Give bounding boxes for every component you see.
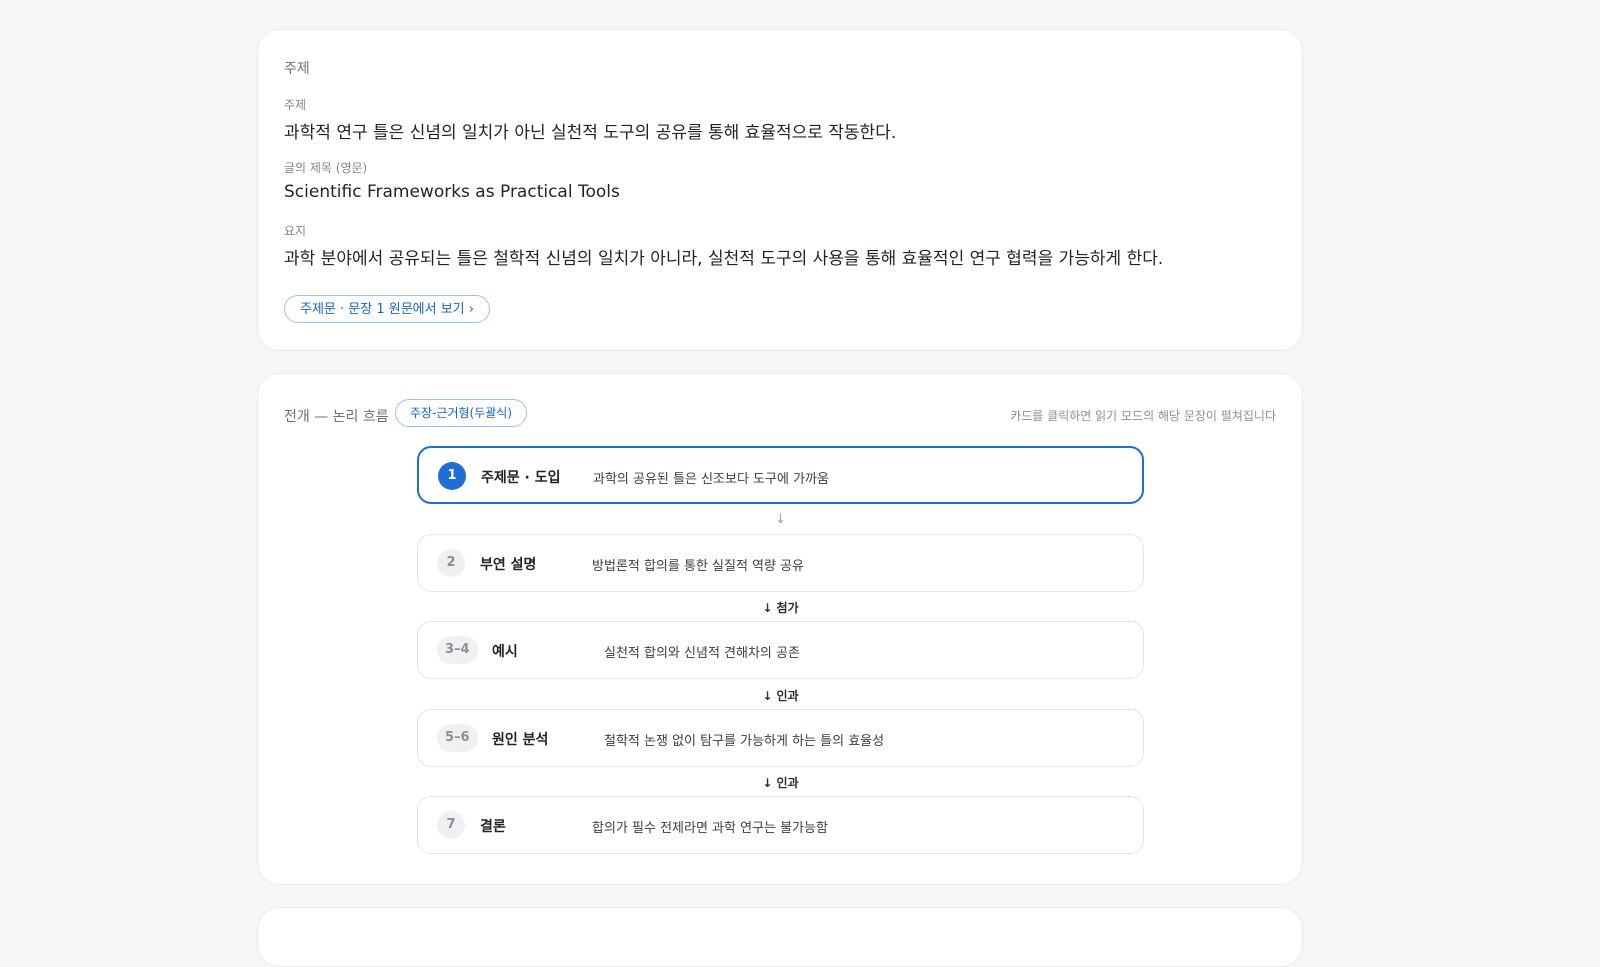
step-number-badge: 3–4 [437,636,478,664]
title-value: Scientific Frameworks as Practical Tools [284,182,620,202]
flow-step-card-5-6[interactable]: 5–6 원인 분석 철학적 논쟁 없이 탐구를 가능하게 하는 틀의 효율성 [417,709,1144,767]
next-section-card [257,907,1303,967]
step-number-badge: 7 [437,811,465,839]
title-label: 글의 제목 (영문) [284,161,368,175]
flow-step-card-1[interactable]: 1 주제문 · 도입 과학의 공유된 틀은 신조보다 도구에 가까움 [417,446,1144,504]
flow-connector-cause: ↓ 인과 [762,689,799,703]
gist-label: 요지 [284,224,307,238]
step-summary: 합의가 필수 전제라면 과학 연구는 불가능함 [592,821,828,836]
step-number-badge: 5–6 [437,724,478,752]
gist-value: 과학 분야에서 공유되는 틀은 철학적 신념의 일치가 아니라, 실천적 도구의… [284,249,1164,269]
flow-step-card-2[interactable]: 2 부연 설명 방법론적 합의를 통한 실질적 역량 공유 [417,534,1144,592]
step-summary: 과학의 공유된 틀은 신조보다 도구에 가까움 [593,472,829,487]
step-name: 예시 [492,644,518,660]
view-in-source-link[interactable]: 주제문 · 문장 1 원문에서 보기 › [284,295,490,323]
structure-type-badge: 주장-근거형(두괄식) [395,399,528,427]
step-name: 주제문 · 도입 [481,470,561,486]
flow-hint-text: 카드를 클릭하면 읽기 모드의 해당 문장이 펼쳐집니다 [1010,409,1276,423]
flow-connector-cause: ↓ 인과 [762,776,799,790]
step-name: 부연 설명 [480,557,537,573]
step-number-badge: 2 [437,549,465,577]
step-summary: 실천적 합의와 신념적 견해차의 공존 [604,646,800,661]
flow-step-card-7[interactable]: 7 결론 합의가 필수 전제라면 과학 연구는 불가능함 [417,796,1144,854]
step-summary: 철학적 논쟁 없이 탐구를 가능하게 하는 틀의 효율성 [604,734,885,749]
step-number-badge: 1 [438,462,466,490]
topic-label: 주제 [284,98,307,112]
step-summary: 방법론적 합의를 통한 실질적 역량 공유 [592,559,805,574]
flow-connector-addition: ↓ 첨가 [762,601,799,615]
flow-section-title: 전개 — 논리 흐름 [284,409,389,425]
step-name: 결론 [480,819,506,835]
flow-card: 전개 — 논리 흐름 주장-근거형(두괄식) 카드를 클릭하면 읽기 모드의 해… [257,373,1303,885]
topic-value: 과학적 연구 틀은 신념의 일치가 아닌 실천적 도구의 공유를 통해 효율적으… [284,123,897,143]
flow-connector-arrow: ↓ [775,512,786,527]
step-name: 원인 분석 [492,732,549,748]
flow-step-card-3-4[interactable]: 3–4 예시 실천적 합의와 신념적 견해차의 공존 [417,621,1144,679]
theme-section-title: 주제 [284,61,310,77]
theme-card: 주제 주제 과학적 연구 틀은 신념의 일치가 아닌 실천적 도구의 공유를 통… [257,29,1303,351]
